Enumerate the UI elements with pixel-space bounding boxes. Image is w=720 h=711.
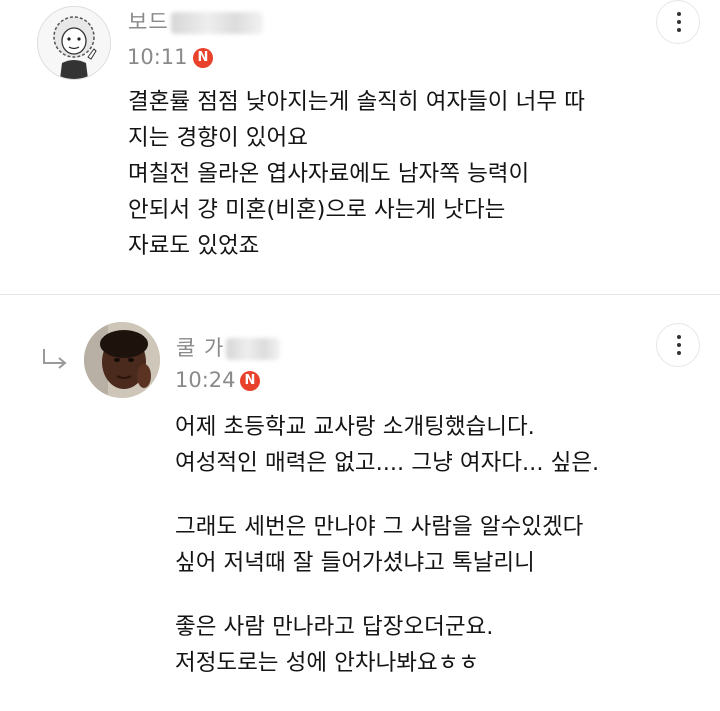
user-avatar[interactable]: [84, 322, 160, 398]
timestamp: 10:24: [175, 368, 236, 392]
comment-body: 어제 초등학교 교사랑 소개팅했습니다. 여성적인 매력은 없고.... 그냥 …: [175, 414, 600, 676]
timestamp: 10:11: [127, 45, 188, 69]
more-options-button[interactable]: [656, 323, 700, 367]
new-badge-icon: N: [193, 48, 213, 68]
user-avatar[interactable]: [37, 6, 111, 80]
more-options-button[interactable]: [656, 0, 700, 44]
cartoon-avatar-icon: [38, 7, 110, 79]
new-badge-icon: N: [240, 371, 260, 391]
username[interactable]: 쿨 가: [176, 332, 281, 362]
redacted-name: [226, 338, 281, 360]
comment-1: 보드 10:11 N 결혼률 점점 낮아지는게 솔직히 여자들이 너무 따 지는…: [0, 0, 720, 294]
reply-arrow-icon: [43, 349, 67, 369]
photo-avatar-icon: [84, 322, 160, 398]
username[interactable]: 보드: [128, 6, 263, 36]
comment-2-reply: 쿨 가 10:24 N 어제 초등학교 교사랑 소개팅했습니다. 여성적인 매력…: [0, 295, 720, 711]
comment-body: 결혼률 점점 낮아지는게 솔직히 여자들이 너무 따 지는 경향이 있어요 며칠…: [128, 89, 585, 259]
redacted-name: [170, 12, 263, 34]
